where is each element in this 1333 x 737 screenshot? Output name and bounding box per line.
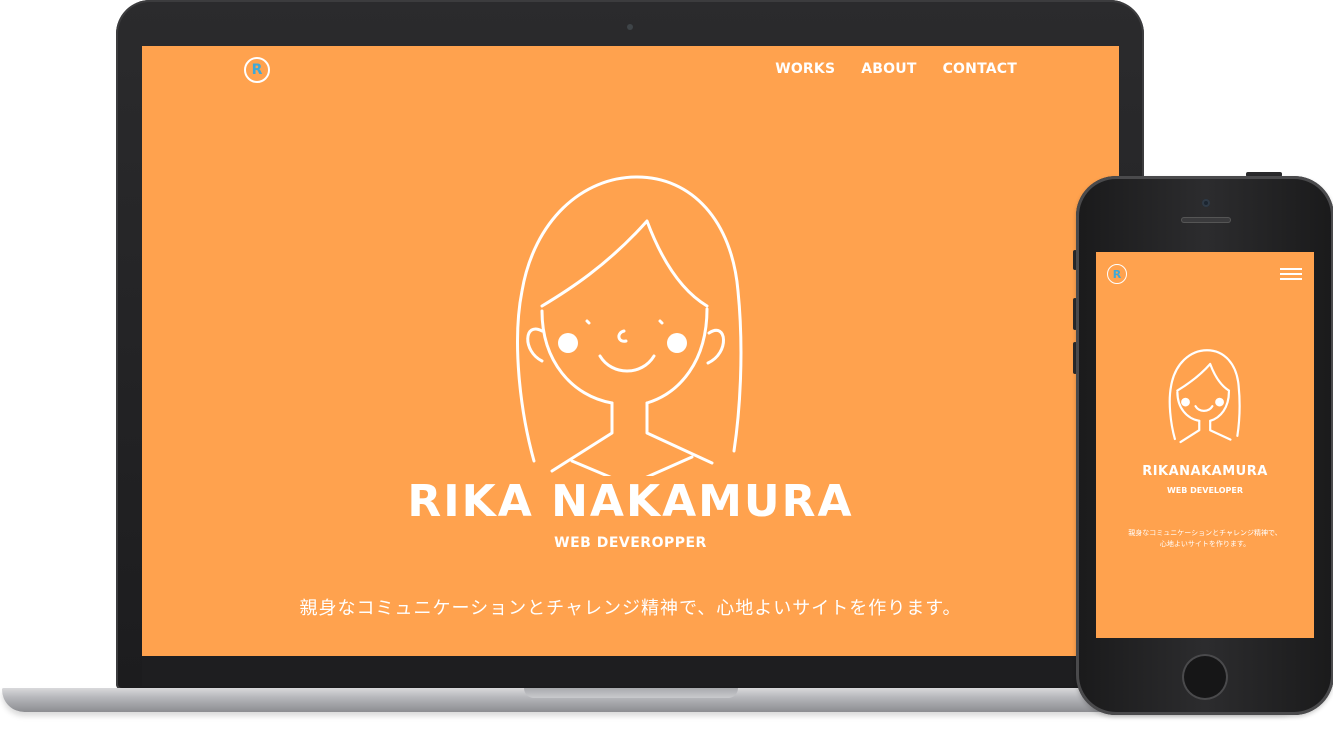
- laptop-hinge-notch: [524, 688, 738, 698]
- mobile-avatar-illustration: [1168, 349, 1241, 444]
- avatar-illustration: [516, 175, 743, 476]
- nav-contact-link[interactable]: CONTACT: [943, 61, 1017, 77]
- mobile-logo[interactable]: R: [1107, 264, 1127, 284]
- desktop-screen: R WORKS ABOUT CONTACT RIKA NAKAMURA WEB …: [142, 46, 1119, 656]
- laptop-camera: [627, 24, 633, 30]
- phone-home-button[interactable]: [1182, 654, 1228, 700]
- mobile-hero-role: WEB DEVELOPER: [1166, 486, 1244, 495]
- hero-name: RIKA NAKAMURA: [407, 476, 854, 527]
- desktop-nav: WORKS ABOUT CONTACT: [775, 61, 1017, 77]
- hero-role: WEB DEVEROPPER: [554, 535, 707, 551]
- mobile-screen: R RIKANAKAMURA WEB DEVELOPER 親身なコミュニケーショ…: [1096, 252, 1314, 638]
- nav-works-link[interactable]: WORKS: [775, 61, 835, 77]
- desktop-logo[interactable]: R: [244, 57, 270, 83]
- hamburger-menu-icon[interactable]: [1280, 268, 1302, 280]
- mobile-hero-tagline-line1: 親身なコミュニケーションとチャレンジ精神で、: [1128, 529, 1282, 537]
- nav-about-link[interactable]: ABOUT: [861, 61, 916, 77]
- logo-letter: R: [251, 62, 263, 78]
- phone-camera: [1202, 199, 1210, 207]
- logo-letter: R: [1112, 267, 1122, 281]
- mobile-hero-background: [1096, 252, 1314, 638]
- mobile-hero-name: RIKANAKAMURA: [1142, 464, 1268, 479]
- laptop-bottom-bezel: [142, 656, 1119, 686]
- mobile-hero-tagline-line2: 心地よいサイトを作ります。: [1159, 540, 1251, 548]
- hero-tagline: 親身なコミュニケーションとチャレンジ精神で、心地よいサイトを作ります。: [299, 598, 962, 619]
- phone-speaker: [1181, 217, 1231, 223]
